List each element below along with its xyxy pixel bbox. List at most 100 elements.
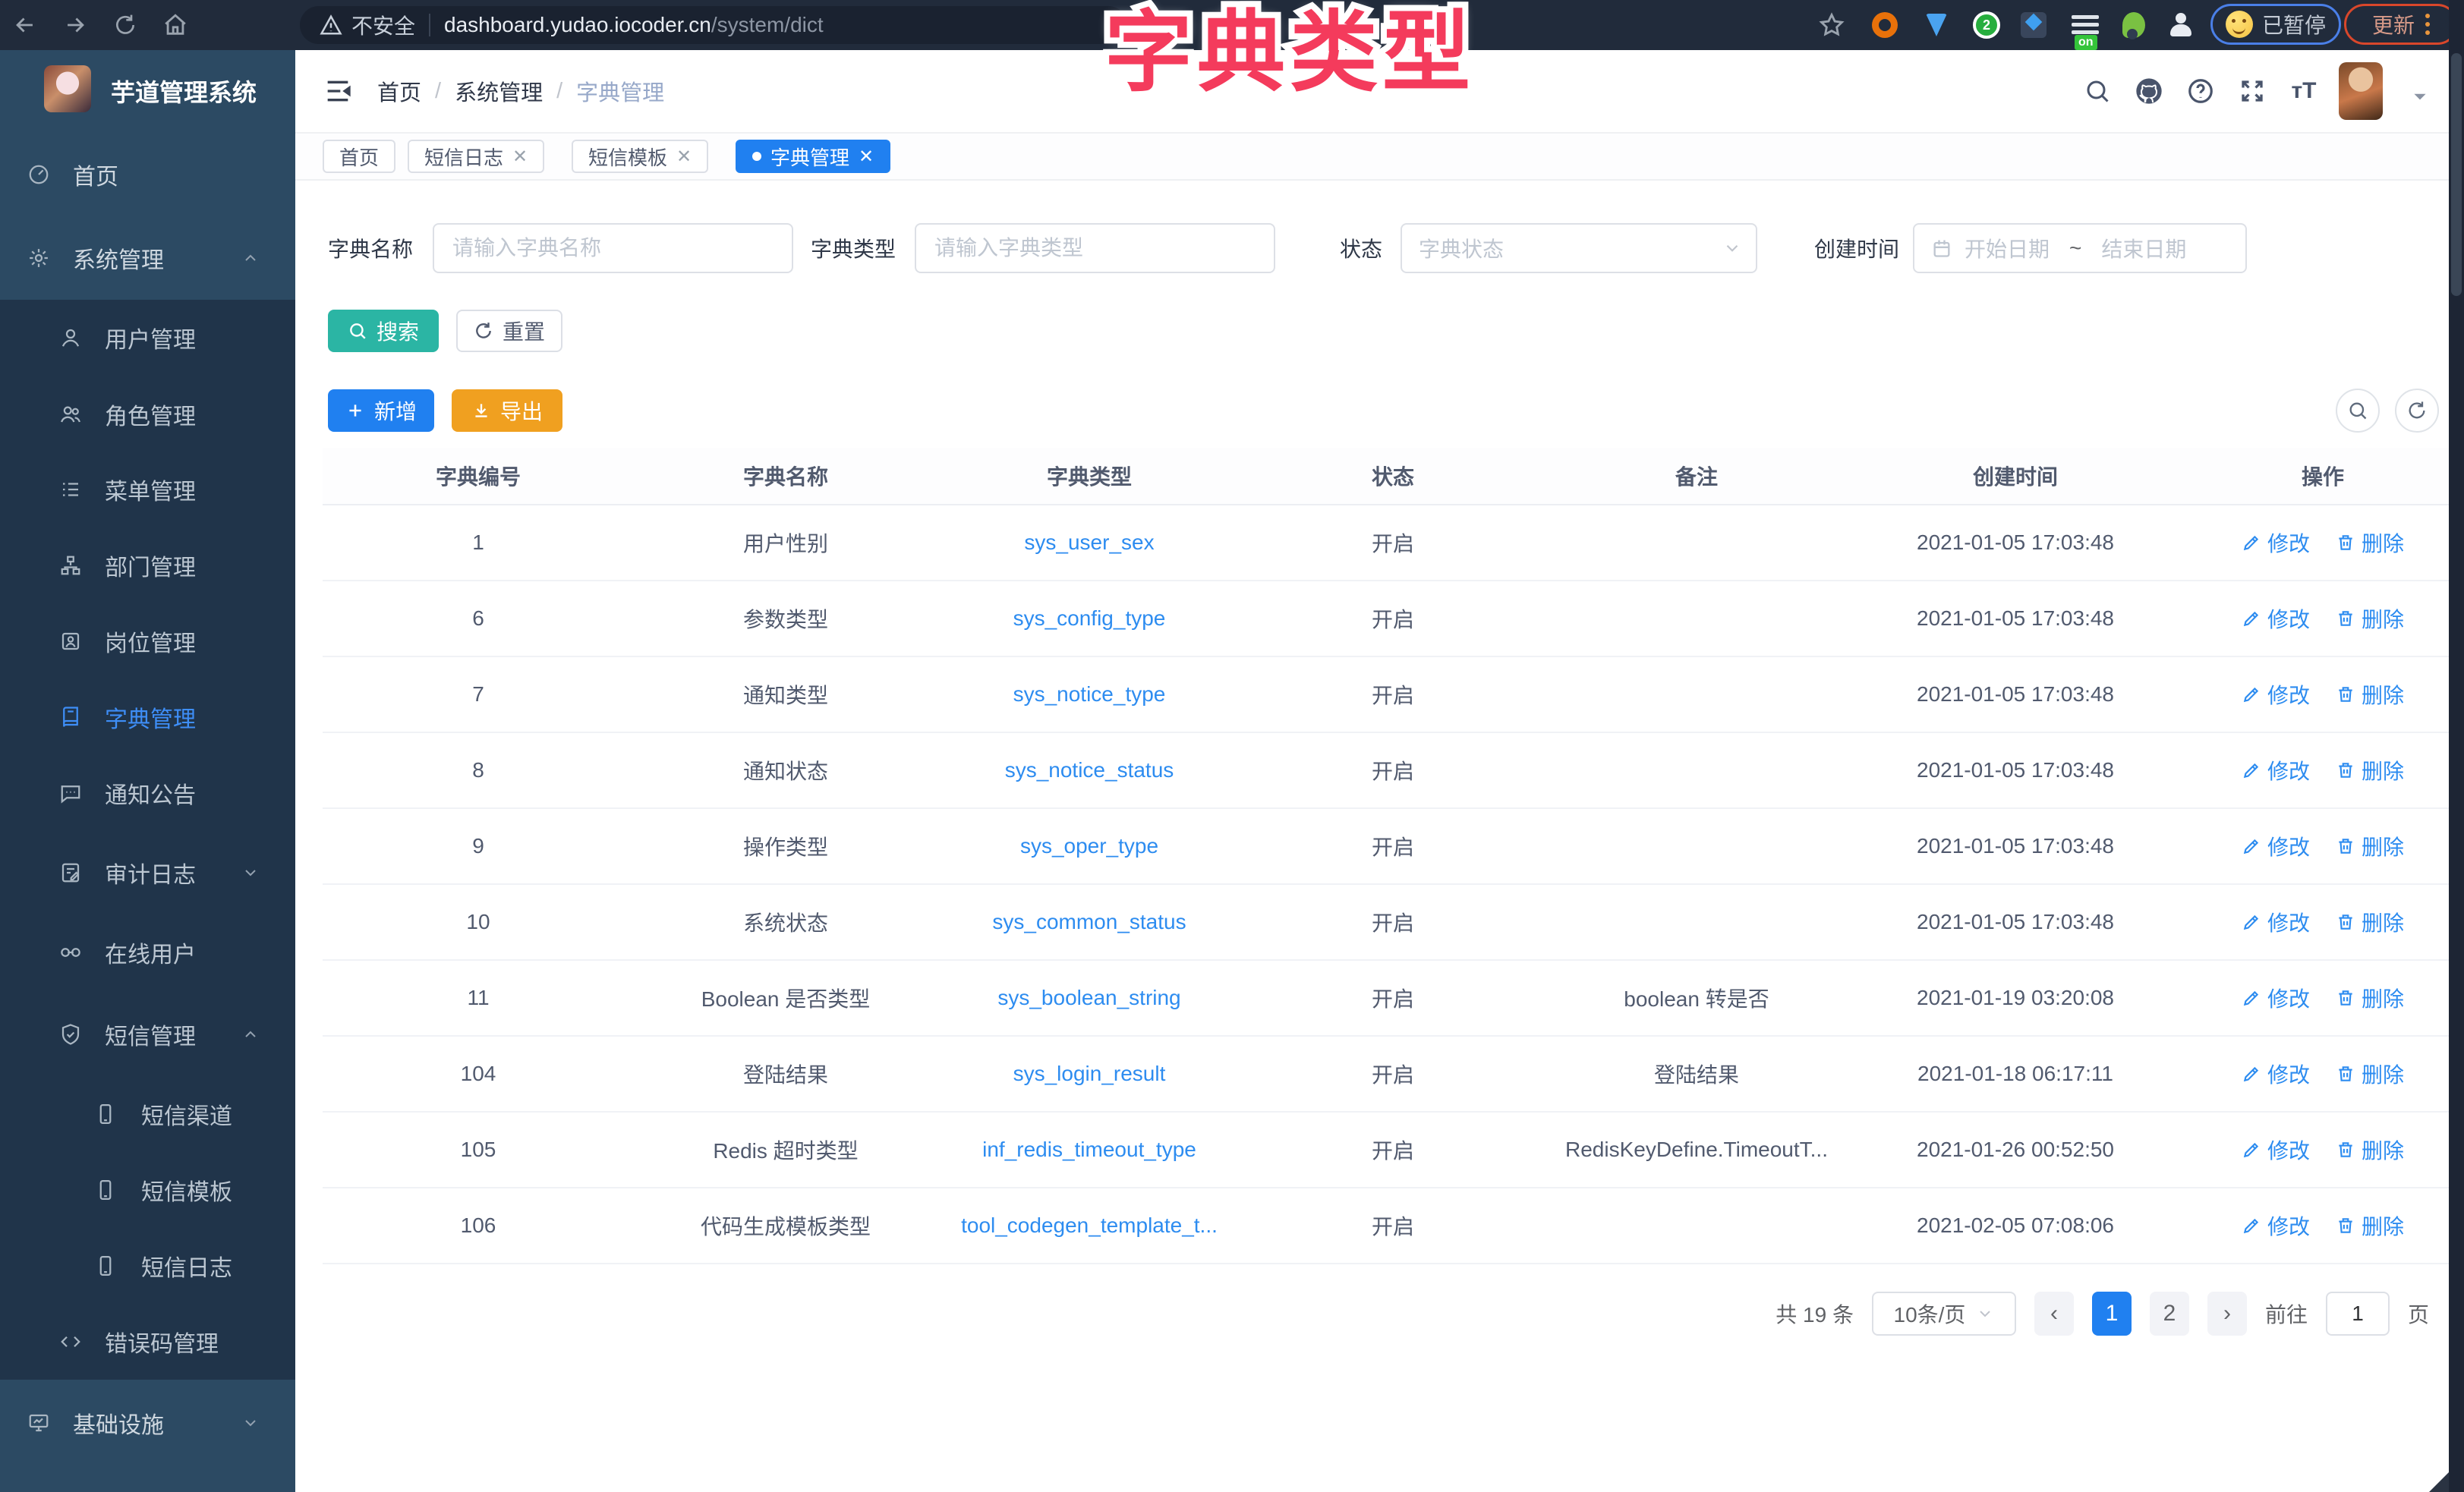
- site-security[interactable]: 不安全: [320, 10, 415, 40]
- sidebar-item-phone-13[interactable]: 短信模板: [0, 1157, 295, 1223]
- sidebar-item-phone-14[interactable]: 短信日志: [0, 1232, 295, 1299]
- sidebar-item-org-tree-5[interactable]: 部门管理: [0, 532, 295, 599]
- help-icon[interactable]: [2181, 71, 2220, 111]
- toggle-search-button[interactable]: [2336, 389, 2380, 433]
- green-circle-extension-icon[interactable]: 2: [1969, 8, 2004, 42]
- edit-link[interactable]: 修改: [2242, 527, 2310, 558]
- extension-paused-badge[interactable]: 已暂停: [2210, 4, 2341, 45]
- sidebar-item-gear-1[interactable]: 系统管理: [0, 225, 295, 291]
- delete-link[interactable]: 删除: [2336, 907, 2404, 937]
- github-icon[interactable]: [2129, 71, 2169, 111]
- start-date-input[interactable]: 开始日期: [1965, 233, 2050, 263]
- tab-sms-template[interactable]: 短信模板✕: [572, 140, 708, 173]
- delete-link[interactable]: 删除: [2336, 679, 2404, 710]
- list-on-extension-icon[interactable]: on: [2068, 8, 2103, 42]
- tab-sms-log[interactable]: 短信日志✕: [408, 140, 544, 173]
- page-button-2[interactable]: 2: [2150, 1292, 2189, 1336]
- edit-link[interactable]: 修改: [2242, 679, 2310, 710]
- dict-type-link[interactable]: sys_user_sex: [1024, 530, 1154, 554]
- sidebar-item-link-10[interactable]: 在线用户: [0, 919, 295, 986]
- back-icon[interactable]: [0, 0, 50, 50]
- edit-link[interactable]: 修改: [2242, 1059, 2310, 1089]
- sidebar-item-menu-list-4[interactable]: 菜单管理: [0, 456, 295, 523]
- sidebar-item-chat-8[interactable]: 通知公告: [0, 760, 295, 826]
- font-size-icon[interactable]: ᴛT: [2284, 71, 2324, 111]
- edit-link[interactable]: 修改: [2242, 1135, 2310, 1165]
- page-size-select[interactable]: 10条/页: [1872, 1292, 2016, 1336]
- dict-type-link[interactable]: sys_common_status: [992, 910, 1186, 933]
- forward-icon[interactable]: [50, 0, 100, 50]
- edit-link[interactable]: 修改: [2242, 831, 2310, 861]
- delete-link[interactable]: 删除: [2336, 983, 2404, 1013]
- dict-type-link[interactable]: sys_login_result: [1013, 1062, 1166, 1085]
- delete-link[interactable]: 删除: [2336, 755, 2404, 785]
- sidebar-item-dashboard-0[interactable]: 首页: [0, 141, 295, 208]
- delete-link[interactable]: 删除: [2336, 1059, 2404, 1089]
- dict-name-input[interactable]: [451, 235, 775, 261]
- dict-type-link[interactable]: sys_notice_status: [1005, 758, 1174, 782]
- sidebar-item-badge-6[interactable]: 岗位管理: [0, 608, 295, 675]
- end-date-input[interactable]: 结束日期: [2101, 233, 2186, 263]
- avatar-dropdown-icon[interactable]: [2410, 87, 2430, 106]
- home-icon[interactable]: [150, 0, 200, 50]
- close-icon[interactable]: ✕: [859, 146, 874, 168]
- breadcrumb-system[interactable]: 系统管理: [455, 75, 543, 107]
- status-select[interactable]: 字典状态: [1401, 223, 1757, 273]
- date-range-picker[interactable]: 开始日期 ~ 结束日期: [1913, 223, 2247, 273]
- collapse-menu-icon[interactable]: [323, 76, 353, 106]
- grid-extension-icon[interactable]: [2016, 8, 2051, 42]
- edit-link[interactable]: 修改: [2242, 603, 2310, 634]
- bookmark-star-icon[interactable]: [1814, 8, 1849, 42]
- close-icon[interactable]: ✕: [676, 146, 692, 168]
- delete-link[interactable]: 删除: [2336, 1135, 2404, 1165]
- browser-scrollbar[interactable]: [2449, 0, 2464, 1492]
- create-button[interactable]: 新增: [328, 389, 434, 432]
- dict-type-link[interactable]: sys_boolean_string: [997, 986, 1180, 1009]
- person-extension-icon[interactable]: [2163, 8, 2198, 42]
- delete-link[interactable]: 删除: [2336, 527, 2404, 558]
- edit-link[interactable]: 修改: [2242, 1210, 2310, 1241]
- orange-extension-icon[interactable]: [1867, 8, 1902, 42]
- user-avatar[interactable]: [2339, 62, 2383, 120]
- browser-update-button[interactable]: 更新: [2344, 4, 2458, 45]
- dict-type-link[interactable]: sys_oper_type: [1020, 834, 1158, 858]
- sidebar-item-audit-9[interactable]: 审计日志: [0, 839, 295, 906]
- delete-link[interactable]: 删除: [2336, 831, 2404, 861]
- scrollbar-thumb[interactable]: [2451, 53, 2462, 296]
- dict-type-link[interactable]: inf_redis_timeout_type: [982, 1138, 1196, 1161]
- prev-page-button[interactable]: ‹: [2034, 1292, 2074, 1336]
- app-logo-row[interactable]: 芋道管理系统: [0, 62, 295, 120]
- delete-link[interactable]: 删除: [2336, 603, 2404, 634]
- page-button-1[interactable]: 1: [2092, 1292, 2132, 1336]
- sidebar-item-phone-12[interactable]: 短信渠道: [0, 1081, 295, 1147]
- reset-button[interactable]: 重置: [456, 310, 562, 352]
- tab-dict-manage[interactable]: 字典管理✕: [736, 140, 890, 173]
- search-button[interactable]: 搜索: [328, 310, 439, 352]
- dict-type-link[interactable]: sys_config_type: [1013, 606, 1166, 630]
- refresh-table-button[interactable]: [2395, 389, 2439, 433]
- edit-link[interactable]: 修改: [2242, 907, 2310, 937]
- export-button[interactable]: 导出: [452, 389, 562, 432]
- fullscreen-icon[interactable]: [2232, 71, 2272, 111]
- reload-icon[interactable]: [100, 0, 150, 50]
- sidebar-item-code-15[interactable]: 错误码管理: [0, 1308, 295, 1375]
- dict-type-link[interactable]: sys_notice_type: [1013, 682, 1166, 706]
- address-bar[interactable]: 不安全 dashboard.yudao.iocoder.cn/system/di…: [300, 6, 1127, 44]
- edit-link[interactable]: 修改: [2242, 755, 2310, 785]
- close-icon[interactable]: ✕: [512, 146, 528, 168]
- sidebar-item-book-7[interactable]: 字典管理: [0, 684, 295, 751]
- sidebar-item-user-2[interactable]: 用户管理: [0, 304, 295, 371]
- search-icon[interactable]: [2078, 71, 2117, 111]
- next-page-button[interactable]: ›: [2207, 1292, 2247, 1336]
- goto-page-input[interactable]: [2326, 1292, 2390, 1336]
- blue-drop-extension-icon[interactable]: [1919, 8, 1954, 42]
- tab-home[interactable]: 首页: [323, 140, 395, 173]
- breadcrumb-home[interactable]: 首页: [377, 75, 421, 107]
- dict-type-input[interactable]: [933, 235, 1257, 261]
- browser-menu-icon[interactable]: [2425, 14, 2430, 35]
- sidebar-item-monitor-16[interactable]: 基础设施: [0, 1390, 295, 1456]
- sidebar-item-shield-11[interactable]: 短信管理: [0, 1001, 295, 1068]
- delete-link[interactable]: 删除: [2336, 1210, 2404, 1241]
- edit-link[interactable]: 修改: [2242, 983, 2310, 1013]
- leaf-extension-icon[interactable]: [2116, 8, 2151, 42]
